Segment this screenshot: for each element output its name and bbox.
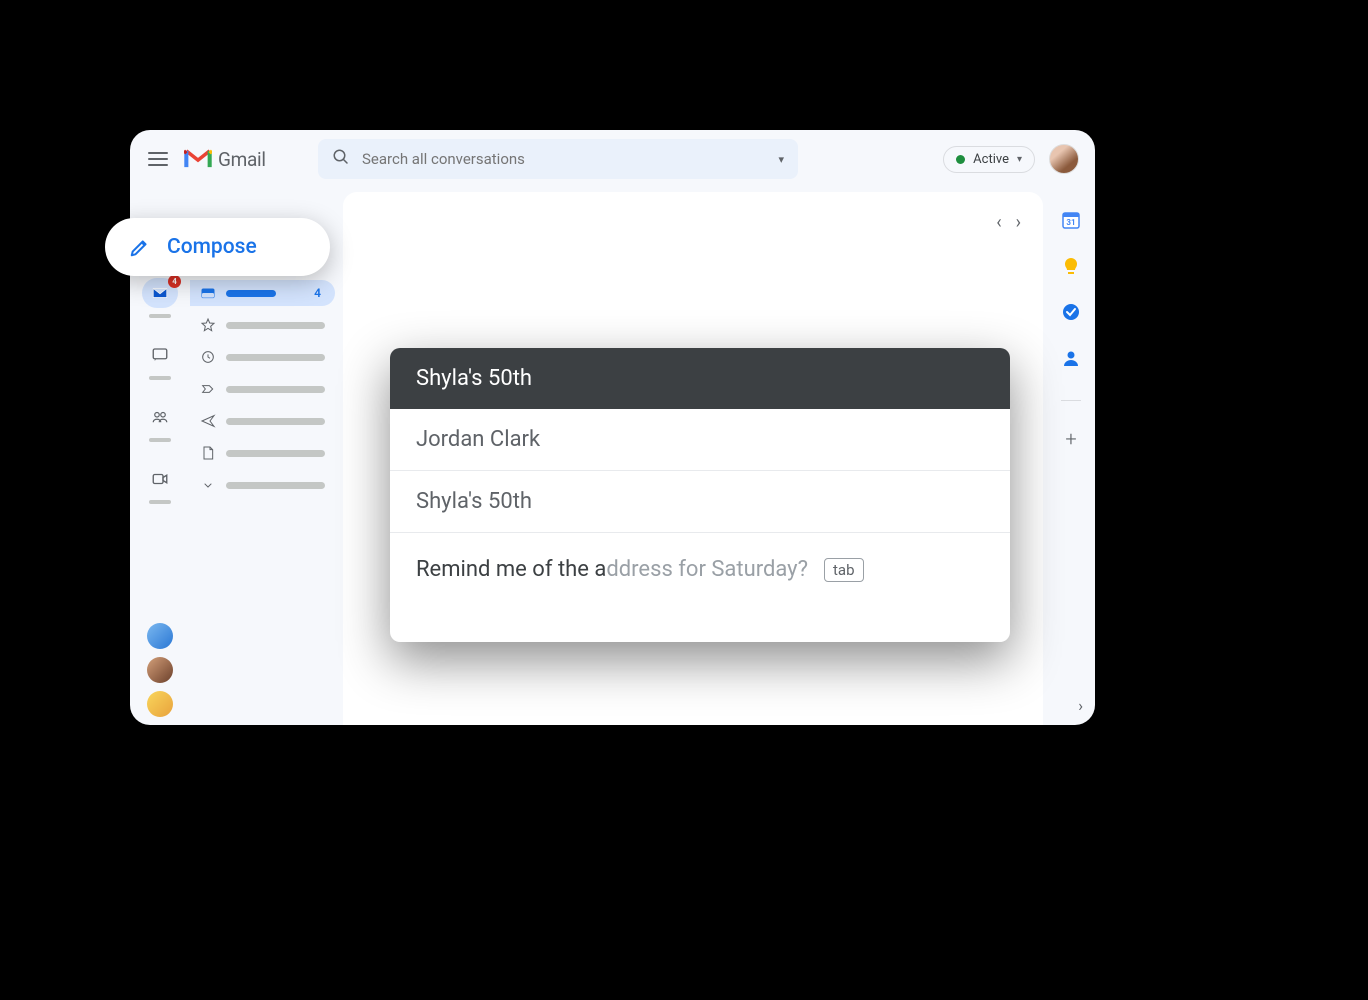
compose-window: Shyla's 50th Jordan Clark Shyla's 50th R… xyxy=(390,348,1010,642)
compose-title-bar[interactable]: Shyla's 50th xyxy=(390,348,1010,409)
typed-text: Remind me of the a xyxy=(416,557,606,582)
status-chip[interactable]: Active ▾ xyxy=(943,146,1035,173)
star-icon xyxy=(200,317,216,333)
gmail-m-icon xyxy=(184,148,212,170)
tasks-icon[interactable] xyxy=(1061,302,1081,322)
svg-text:31: 31 xyxy=(1066,218,1075,227)
chevron-down-icon xyxy=(200,477,216,493)
keep-icon[interactable] xyxy=(1061,256,1081,276)
rail-meet[interactable] xyxy=(145,464,175,494)
compose-button[interactable]: Compose xyxy=(105,218,330,276)
compose-to-field[interactable]: Jordan Clark xyxy=(390,409,1010,471)
search-bar[interactable]: ▾ xyxy=(318,139,798,179)
folder-inbox[interactable]: 4 xyxy=(190,280,335,306)
drafts-icon xyxy=(200,445,216,461)
folder-drafts[interactable] xyxy=(190,440,335,466)
rail-mail[interactable]: 4 xyxy=(142,278,178,308)
clock-icon xyxy=(200,349,216,365)
compose-subject-field[interactable]: Shyla's 50th xyxy=(390,471,1010,533)
folder-sent[interactable] xyxy=(190,408,335,434)
rail-contact-1[interactable] xyxy=(147,623,173,649)
header-bar: Gmail ▾ Active ▾ xyxy=(130,130,1095,188)
search-icon xyxy=(332,148,350,170)
account-avatar[interactable] xyxy=(1049,144,1079,174)
next-button[interactable]: › xyxy=(1016,212,1021,233)
addons-button[interactable]: + xyxy=(1065,427,1076,451)
important-icon xyxy=(200,381,216,397)
side-panel: 31 + › xyxy=(1047,188,1095,725)
smart-compose-suggestion: ddress for Saturday? xyxy=(606,557,808,582)
folder-snoozed[interactable] xyxy=(190,344,335,370)
rail-chat[interactable] xyxy=(145,340,175,370)
folder-more[interactable] xyxy=(190,472,335,498)
prev-button[interactable]: ‹ xyxy=(996,212,1001,233)
active-status-dot xyxy=(956,155,965,164)
pencil-icon xyxy=(129,236,151,258)
contacts-icon[interactable] xyxy=(1061,348,1081,368)
sent-icon xyxy=(200,413,216,429)
chevron-down-icon: ▾ xyxy=(1017,154,1022,165)
collapse-panel-button[interactable]: › xyxy=(1078,696,1083,715)
status-label: Active xyxy=(973,152,1009,167)
mail-badge: 4 xyxy=(168,275,181,288)
compose-label: Compose xyxy=(167,235,257,259)
inbox-count: 4 xyxy=(314,286,321,300)
rail-spaces[interactable] xyxy=(145,402,175,432)
rail-contact-3[interactable] xyxy=(147,691,173,717)
main-menu-button[interactable] xyxy=(146,147,170,171)
search-input[interactable] xyxy=(362,150,766,168)
gmail-logo[interactable]: Gmail xyxy=(184,148,294,171)
tab-key-hint: tab xyxy=(824,558,864,582)
compose-body[interactable]: Remind me of the address for Saturday? t… xyxy=(390,533,1010,642)
rail-contact-2[interactable] xyxy=(147,657,173,683)
gmail-wordmark: Gmail xyxy=(218,148,266,171)
folder-starred[interactable] xyxy=(190,312,335,338)
search-options-icon[interactable]: ▾ xyxy=(778,153,784,166)
inbox-icon xyxy=(200,285,216,301)
calendar-icon[interactable]: 31 xyxy=(1061,210,1081,230)
folder-important[interactable] xyxy=(190,376,335,402)
